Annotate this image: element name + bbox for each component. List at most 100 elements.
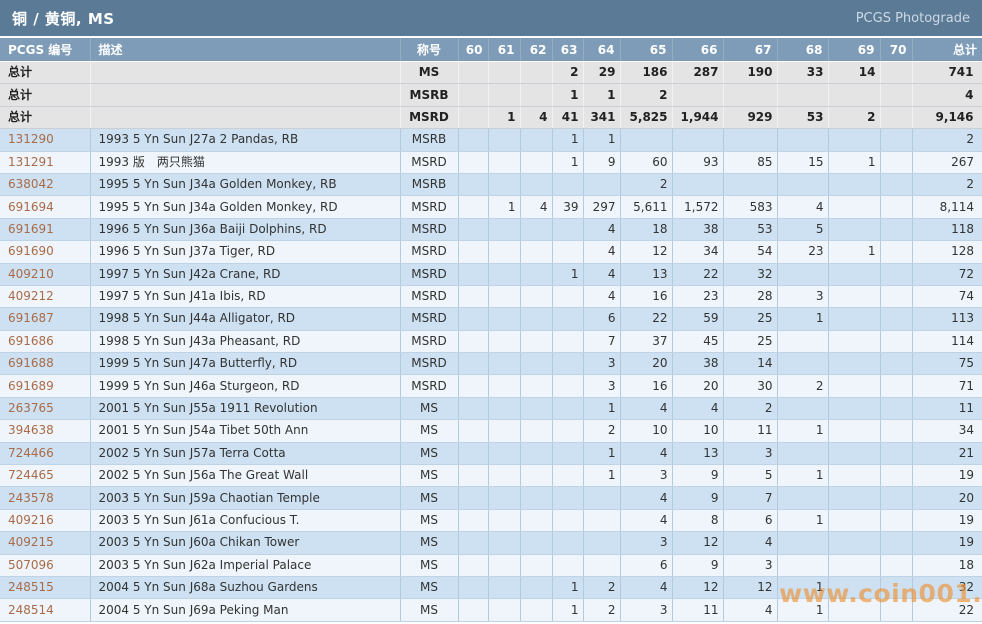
grade-60-count [458,151,489,174]
grade-67-count: 53 [723,218,778,242]
pcgs-number-link[interactable]: 691691 [0,218,91,242]
coin-description: 2004 5 Yn Sun J68a Suzhou Gardens [90,576,401,600]
grade-62-count [520,442,553,466]
grade-69-count: 14 [828,61,881,85]
grade-63-count [552,464,584,488]
pcgs-number-link[interactable]: 691690 [0,240,91,264]
grade-66-count [672,83,724,107]
column-header-grade-61: 61 [488,38,521,62]
grade-64-count: 4 [583,240,621,264]
pcgs-number-link[interactable]: 691688 [0,352,91,376]
grade-60-count [458,307,489,331]
grade-60-count [458,442,489,466]
pcgs-number-link[interactable]: 409210 [0,263,91,286]
coin-description: 2003 5 Yn Sun J62a Imperial Palace [90,554,401,577]
coin-description: 1993 版 两只熊猫 [90,151,401,174]
grade-69-count [828,554,881,577]
pcgs-number-link[interactable]: 131291 [0,151,91,174]
grade-66-count [672,173,724,197]
grade-63-count [552,330,584,354]
designation: MS [400,509,459,533]
pcgs-number-link[interactable]: 691689 [0,374,91,398]
designation: MSRD [400,352,459,376]
grade-65-count: 2 [620,83,673,107]
coin-description: 2002 5 Yn Sun J56a The Great Wall [90,464,401,488]
grade-67-count: 25 [723,307,778,331]
pcgs-number-link[interactable]: 691686 [0,330,91,354]
table-row: 724466 2002 5 Yn Sun J57a Terra Cotta MS 1 4… [0,442,982,466]
coin-description: 2002 5 Yn Sun J57a Terra Cotta [90,442,401,466]
grade-67-count [723,173,778,197]
grade-68-count: 2 [777,374,829,398]
grade-68-count: 1 [777,307,829,331]
designation: MSRD [400,195,459,219]
grade-69-count: 1 [828,240,881,264]
grade-64-count: 1 [583,442,621,466]
designation: MS [400,531,459,555]
row-total: 71 [912,374,982,398]
column-header-grade-63: 63 [552,38,584,62]
pcgs-number-link[interactable]: 724465 [0,464,91,488]
grade-66-count: 38 [672,218,724,242]
pcgs-number-link[interactable]: 409212 [0,285,91,309]
pcgs-number-link[interactable]: 394638 [0,419,91,443]
grade-68-count [777,486,829,510]
grade-66-count: 9 [672,464,724,488]
pcgs-number-link[interactable]: 724466 [0,442,91,466]
coin-description: 1995 5 Yn Sun J34a Golden Monkey, RD [90,195,401,219]
table-row: 131290 1993 5 Yn Sun J27a 2 Pandas, RB MSR… [0,128,982,152]
column-header-grade-60: 60 [458,38,489,62]
pcgs-number-link[interactable]: 691687 [0,307,91,331]
grade-70-count [880,509,913,533]
grade-70-count [880,285,913,309]
grade-62-count [520,576,553,600]
grade-64-count [583,554,621,577]
pcgs-number-link[interactable]: 248514 [0,598,91,622]
grade-60-count [458,554,489,577]
grade-67-count: 54 [723,240,778,264]
row-total: 11 [912,397,982,421]
grade-61-count [488,531,521,555]
table-row: 243578 2003 5 Yn Sun J59a Chaotian Temple… [0,486,982,510]
pcgs-number-link[interactable]: 409215 [0,531,91,555]
grade-60-count [458,61,489,85]
pcgs-number-link[interactable]: 248515 [0,576,91,600]
grade-60-count [458,509,489,533]
grade-63-count: 2 [552,61,584,85]
grade-65-count: 5,611 [620,195,673,219]
column-header-total: 总计 [912,38,982,62]
grade-60-count [458,374,489,398]
designation: MSRD [400,330,459,354]
pcgs-number-link[interactable]: 409216 [0,509,91,533]
grade-61-count: 1 [488,106,521,130]
table-row: 409212 1997 5 Yn Sun J41a Ibis, RD MSRD 4 16… [0,285,982,309]
grade-65-count: 60 [620,151,673,174]
grade-63-count [552,173,584,197]
pcgs-number-link[interactable]: 507096 [0,554,91,577]
grade-70-count [880,419,913,443]
pcgs-number-link[interactable]: 691694 [0,195,91,219]
coin-description: 1999 5 Yn Sun J46a Sturgeon, RD [90,374,401,398]
grade-61-count [488,419,521,443]
grade-62-count [520,83,553,107]
row-total: 19 [912,531,982,555]
grade-69-count [828,218,881,242]
grade-66-count: 22 [672,263,724,286]
table-row: 691690 1996 5 Yn Sun J37a Tiger, RD MSRD 4 1… [0,240,982,264]
row-total: 128 [912,240,982,264]
pcgs-number-link[interactable]: 638042 [0,173,91,197]
pcgs-number-link[interactable]: 131290 [0,128,91,152]
grade-69-count [828,195,881,219]
grade-62-count [520,151,553,174]
pcgs-number-link[interactable]: 263765 [0,397,91,421]
grade-63-count [552,554,584,577]
grade-61-count [488,598,521,622]
column-header-grade-70: 70 [880,38,913,62]
photograde-link[interactable]: PCGS Photograde [856,11,970,26]
page-title: 铜 / 黄铜, MS [12,9,115,28]
grade-61-count [488,263,521,286]
pcgs-number-link[interactable]: 243578 [0,486,91,510]
grade-60-count [458,128,489,152]
grade-68-count: 1 [777,419,829,443]
grade-61-count [488,486,521,510]
